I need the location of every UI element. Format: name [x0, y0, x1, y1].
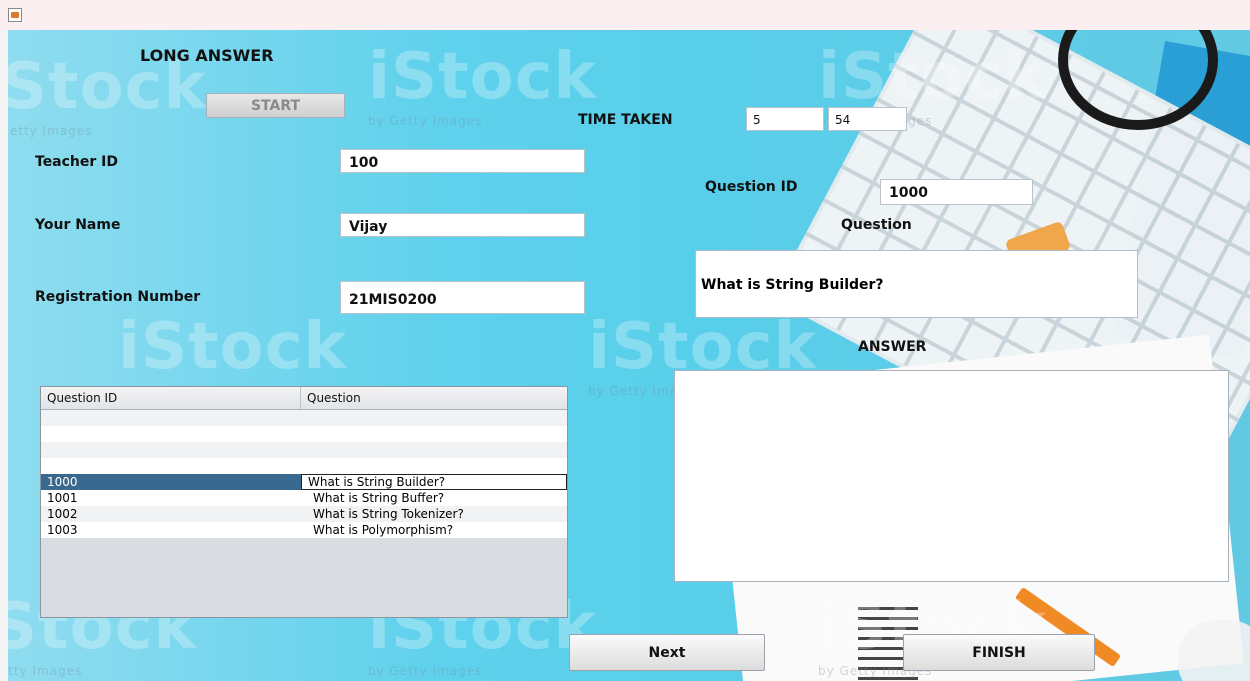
cell-question[interactable]: What is String Builder?	[301, 474, 567, 490]
table-row[interactable]: 1001 What is String Buffer?	[41, 490, 567, 506]
table-row-empty	[41, 410, 567, 426]
table-row[interactable]: 1003 What is Polymorphism?	[41, 522, 567, 538]
table-row-empty	[41, 458, 567, 474]
question-id-field[interactable]: 1000	[880, 179, 1033, 205]
watermark-logo: iStockby Getty Images	[368, 40, 598, 128]
column-header-question[interactable]: Question	[301, 387, 567, 409]
table-row-empty	[41, 426, 567, 442]
teacher-id-field[interactable]: 100	[340, 149, 585, 173]
question-text-field[interactable]: What is String Builder?	[695, 250, 1138, 318]
next-button[interactable]: Next	[569, 634, 765, 671]
watermark-logo: iStockby Getty Images	[118, 310, 348, 398]
table-row[interactable]: 1000 What is String Builder?	[41, 474, 567, 490]
table-row-empty	[41, 442, 567, 458]
table-row[interactable]: 1002 What is String Tokenizer?	[41, 506, 567, 522]
name-field[interactable]: Vijay	[340, 213, 585, 237]
answer-textarea[interactable]	[674, 370, 1229, 582]
registration-label: Registration Number	[35, 289, 201, 305]
cell-question[interactable]: What is String Buffer?	[301, 491, 567, 505]
cell-question[interactable]: What is Polymorphism?	[301, 523, 567, 537]
table-header: Question ID Question	[41, 387, 567, 410]
cell-question[interactable]: What is String Tokenizer?	[301, 507, 567, 521]
question-label: Question	[841, 217, 912, 233]
question-id-label: Question ID	[705, 179, 798, 195]
teacher-id-label: Teacher ID	[35, 154, 119, 170]
cell-question-id[interactable]: 1003	[41, 523, 301, 537]
window-titlebar	[0, 0, 1250, 30]
timer-seconds-field[interactable]: 54	[828, 107, 907, 131]
cell-question-id[interactable]: 1002	[41, 507, 301, 521]
cell-question-id[interactable]: 1000	[41, 474, 301, 490]
questions-table: Question ID Question 1000 What is String…	[40, 386, 568, 618]
finish-button[interactable]: FINISH	[903, 634, 1095, 671]
timer-minutes-field[interactable]: 5	[746, 107, 824, 131]
start-button[interactable]: START	[206, 93, 345, 118]
name-label: Your Name	[35, 217, 121, 233]
time-taken-label: TIME TAKEN	[578, 112, 673, 128]
cell-question-id[interactable]: 1001	[41, 491, 301, 505]
answer-label: ANSWER	[858, 339, 927, 355]
page-title: LONG ANSWER	[140, 46, 274, 65]
main-panel: iStockby Getty Images iStockby Getty Ima…	[8, 30, 1250, 681]
registration-field[interactable]: 21MIS0200	[340, 281, 585, 314]
java-cup-icon	[8, 8, 22, 22]
column-header-question-id[interactable]: Question ID	[41, 387, 301, 409]
